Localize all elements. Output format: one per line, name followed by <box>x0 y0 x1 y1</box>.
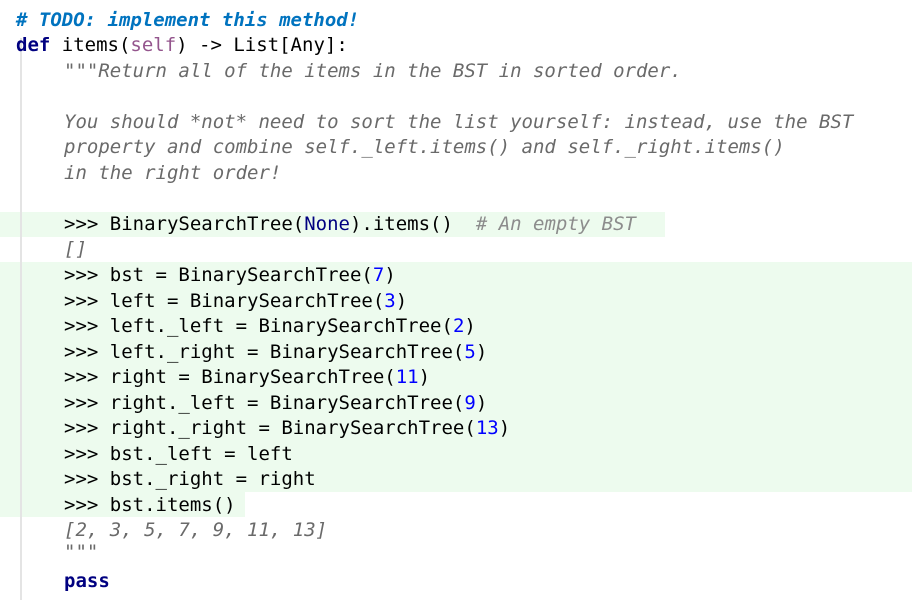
doctest-line[interactable]: >>> right = BinarySearchTree(11) <box>64 365 430 390</box>
docstring-line[interactable]: property and combine self._left.items() … <box>64 135 785 160</box>
self-param: self <box>130 34 177 56</box>
doctest-output-empty[interactable]: [] <box>64 237 87 262</box>
function-name: items( <box>50 34 131 56</box>
doctest-line[interactable]: >>> right._right = BinarySearchTree(13) <box>64 416 510 441</box>
doctest-code: >>> right = BinarySearchTree( <box>64 366 396 388</box>
code-line-todo[interactable]: # TODO: implement this method! <box>16 8 359 33</box>
docstring-line[interactable]: in the right order! <box>64 161 281 186</box>
doctest-line[interactable]: >>> bst._left = left <box>64 442 293 467</box>
indent-guide <box>20 38 22 600</box>
doctest-code: >>> left = BinarySearchTree( <box>64 289 385 312</box>
doctest-output[interactable]: [2, 3, 5, 7, 9, 11, 13] <box>64 518 327 543</box>
return-annotation: ) -> List[Any]: <box>176 34 348 56</box>
none-literal: None <box>304 213 350 235</box>
doctest-line[interactable]: >>> bst._right = right <box>64 467 316 492</box>
doctest-line[interactable]: >>> left._left = BinarySearchTree(2) <box>64 314 476 339</box>
doctest-line[interactable]: >>> bst.items() <box>64 493 236 518</box>
doctest-code: ) <box>395 289 408 312</box>
doctest-code: ) <box>418 366 431 388</box>
doctest-line[interactable]: >>> right._left = BinarySearchTree(9) <box>64 391 487 416</box>
doctest-code: >>> bst._left = left <box>64 442 293 465</box>
doctest-code: ) <box>475 340 488 363</box>
number-literal: 2 <box>452 315 465 337</box>
doctest-code: >>> bst._right = right <box>64 468 316 490</box>
doctest-code: ) <box>464 315 476 337</box>
doctest-line[interactable]: >>> left = BinarySearchTree(3) <box>64 289 407 314</box>
doctest-code: ).items() <box>349 213 476 235</box>
doctest-code: ) <box>475 391 488 414</box>
doctest-empty-line[interactable]: >>> BinarySearchTree(None).items() # An … <box>64 212 636 237</box>
doctest-code: ) <box>384 264 396 286</box>
code-line-def[interactable]: def items(self) -> List[Any]: <box>16 33 348 58</box>
inline-comment: # An empty BST <box>475 213 636 235</box>
number-literal: 11 <box>395 366 419 388</box>
doctest-line[interactable]: >>> bst = BinarySearchTree(7) <box>64 263 396 288</box>
number-literal: 7 <box>372 264 385 286</box>
doctest-code: >>> bst = BinarySearchTree( <box>64 264 373 286</box>
number-literal: 9 <box>464 391 476 414</box>
number-literal: 5 <box>464 340 476 363</box>
number-literal: 13 <box>475 417 499 439</box>
doctest-code: >>> right._left = BinarySearchTree( <box>64 391 465 414</box>
docstring-line[interactable]: You should *not* need to sort the list y… <box>64 110 853 135</box>
docstring-close[interactable]: """ <box>64 540 98 565</box>
pass-statement[interactable]: pass <box>64 569 110 594</box>
number-literal: 3 <box>384 289 396 312</box>
doctest-code: >>> BinarySearchTree( <box>64 213 305 235</box>
docstring-line[interactable]: """Return all of the items in the BST in… <box>64 59 682 84</box>
todo-comment: # TODO: implement this method! <box>16 9 360 31</box>
doctest-code: ) <box>498 417 511 439</box>
doctest-code: >>> left._right = BinarySearchTree( <box>64 340 465 363</box>
doctest-code: >>> bst.items() <box>64 493 236 516</box>
doctest-code: >>> right._right = BinarySearchTree( <box>64 417 476 439</box>
doctest-code: >>> left._left = BinarySearchTree( <box>64 315 453 337</box>
doctest-line[interactable]: >>> left._right = BinarySearchTree(5) <box>64 340 487 365</box>
def-keyword: def <box>16 34 51 56</box>
